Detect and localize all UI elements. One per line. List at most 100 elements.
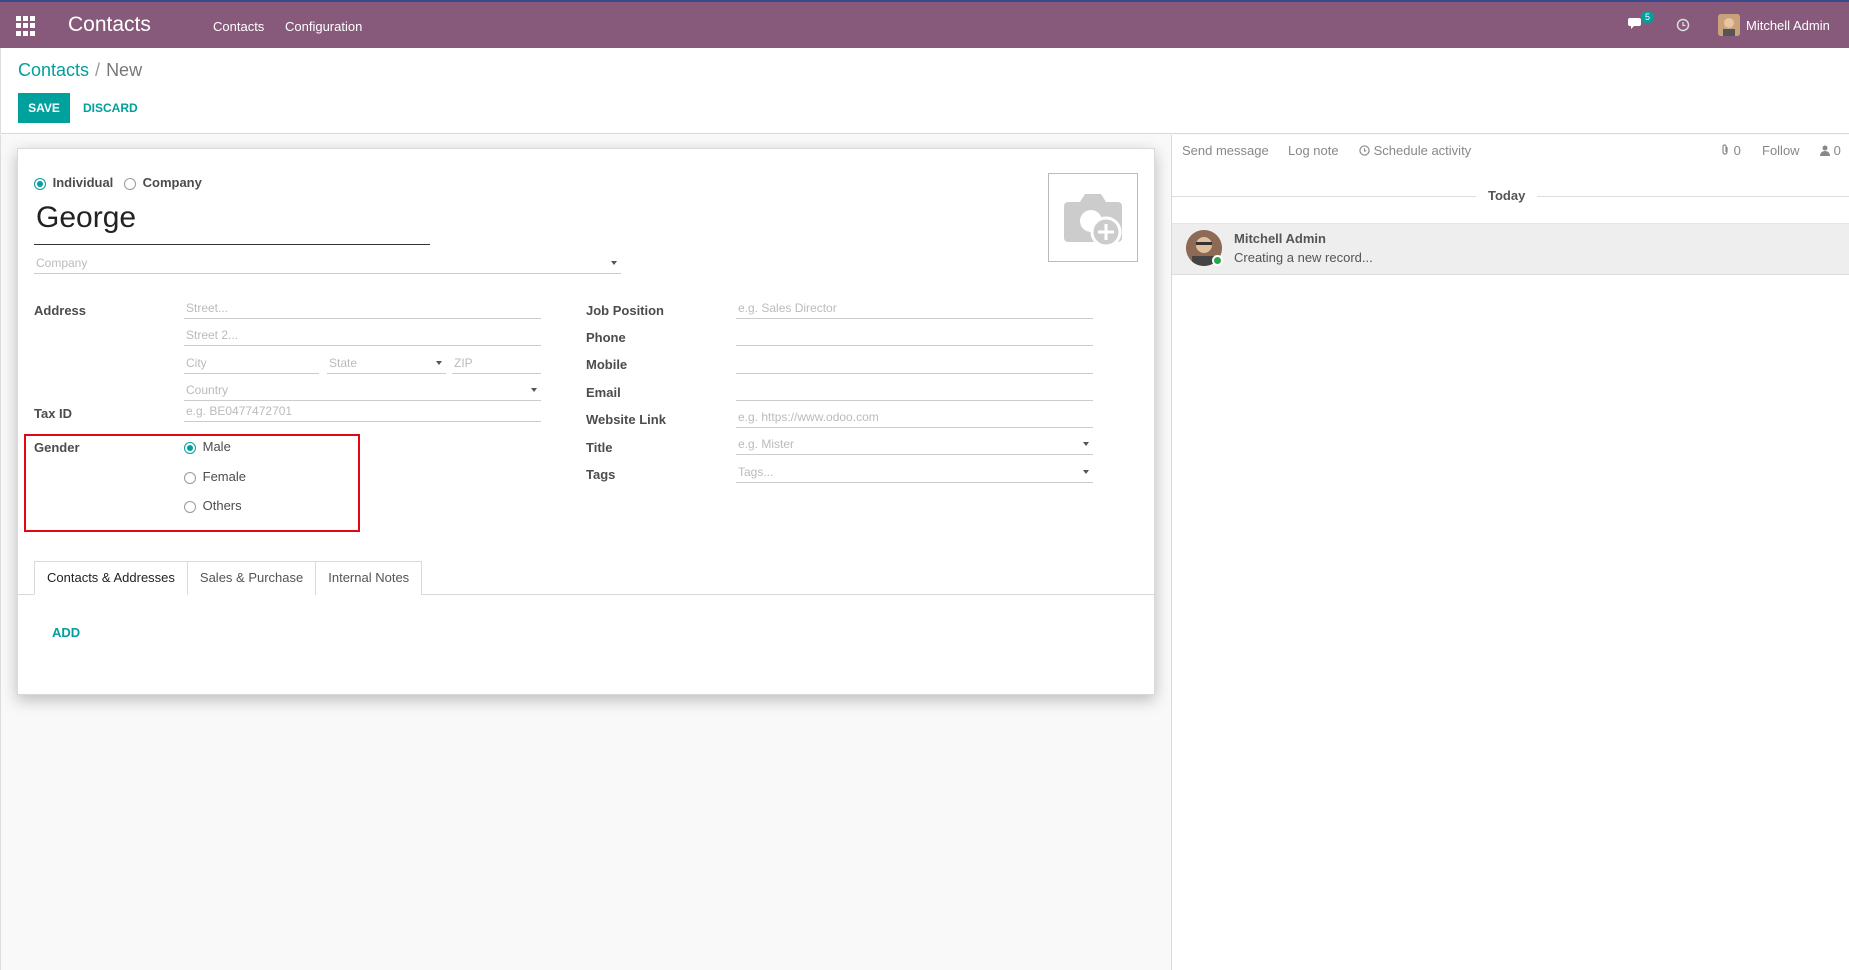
- label-company: Company: [142, 175, 202, 190]
- label-male: Male: [202, 439, 231, 454]
- title-placeholder: e.g. Mister: [738, 437, 795, 451]
- tags-label: Tags: [586, 467, 616, 482]
- label-female: Female: [202, 469, 246, 484]
- message-author[interactable]: Mitchell Admin: [1234, 231, 1326, 246]
- state-select[interactable]: State: [327, 352, 446, 374]
- clock-icon: [1359, 145, 1370, 156]
- phone-label: Phone: [586, 330, 626, 345]
- type-company-option[interactable]: Company: [124, 175, 202, 190]
- breadcrumb-separator: /: [95, 60, 101, 80]
- user-menu[interactable]: Mitchell Admin: [1718, 2, 1830, 48]
- taxid-placeholder: e.g. BE0477472701: [186, 404, 293, 418]
- street2-input[interactable]: Street 2...: [184, 324, 541, 346]
- user-avatar: [1718, 14, 1740, 36]
- menu-contacts[interactable]: Contacts: [213, 19, 264, 34]
- follow-button[interactable]: Follow: [1762, 143, 1800, 158]
- discard-button[interactable]: DISCARD: [81, 93, 140, 123]
- state-placeholder: State: [329, 356, 358, 370]
- country-placeholder: Country: [186, 383, 229, 397]
- schedule-activity-button[interactable]: Schedule activity: [1359, 143, 1471, 158]
- type-individual-option[interactable]: Individual: [34, 175, 113, 190]
- breadcrumb-current: New: [106, 60, 143, 80]
- taxid-label: Tax ID: [34, 406, 73, 421]
- tab-internal-notes[interactable]: Internal Notes: [315, 561, 423, 595]
- state-dropdown-icon: [436, 361, 442, 365]
- job-position-input[interactable]: e.g. Sales Director: [736, 297, 1093, 319]
- radio-individual[interactable]: [34, 177, 46, 190]
- app-title: Contacts: [68, 13, 151, 36]
- breadcrumb-contacts-link[interactable]: Contacts: [18, 60, 89, 80]
- chatter-topbar: Send message Log note Schedule activity …: [1172, 135, 1849, 165]
- mobile-input[interactable]: [736, 352, 1093, 374]
- company-select[interactable]: Company: [34, 252, 621, 274]
- title-label: Title: [586, 440, 613, 455]
- tab-sales-purchase[interactable]: Sales & Purchase: [186, 561, 317, 595]
- street2-placeholder: Street 2...: [186, 328, 239, 342]
- label-others: Others: [202, 498, 242, 513]
- gender-option-male[interactable]: Male: [184, 439, 231, 454]
- website-label: Website Link: [586, 412, 666, 427]
- messages-button[interactable]: 5: [1628, 2, 1655, 48]
- tags-select[interactable]: Tags...: [736, 461, 1093, 483]
- tab-contacts-addresses[interactable]: Contacts & Addresses: [34, 561, 188, 595]
- company-placeholder: Company: [36, 256, 88, 270]
- website-input[interactable]: e.g. https://www.odoo.com: [736, 406, 1093, 428]
- apps-menu-icon[interactable]: [16, 16, 36, 36]
- zip-input[interactable]: ZIP: [452, 352, 541, 374]
- country-dropdown-icon: [531, 388, 537, 392]
- today-label: Today: [1476, 188, 1538, 203]
- city-input[interactable]: City: [184, 352, 319, 374]
- notebook-tabs: Contacts & Addresses Sales & Purchase In…: [34, 561, 423, 595]
- job-position-placeholder: e.g. Sales Director: [738, 301, 837, 315]
- gender-label: Gender: [34, 440, 80, 455]
- tags-dropdown-icon: [1083, 470, 1089, 474]
- user-icon: [1820, 145, 1830, 156]
- form-sheet: Individual Company George Company Addres…: [17, 148, 1155, 695]
- paperclip-icon: [1722, 144, 1728, 155]
- followers-button[interactable]: 0: [1820, 143, 1841, 158]
- clock-icon: [1676, 18, 1690, 32]
- menu-configuration[interactable]: Configuration: [285, 19, 362, 34]
- send-message-button[interactable]: Send message: [1182, 143, 1269, 158]
- chatter-panel: Send message Log note Schedule activity …: [1171, 135, 1849, 970]
- add-contact-button[interactable]: ADD: [52, 625, 80, 640]
- camera-add-icon: [1064, 193, 1122, 247]
- save-button[interactable]: SAVE: [18, 93, 70, 123]
- photo-upload[interactable]: [1048, 173, 1138, 262]
- label-individual: Individual: [52, 175, 114, 190]
- email-input[interactable]: [736, 379, 1093, 401]
- top-navbar: Contacts Contacts Configuration 5 Mitche…: [0, 0, 1849, 48]
- radio-male[interactable]: [184, 441, 196, 454]
- log-note-button[interactable]: Log note: [1288, 143, 1339, 158]
- taxid-input[interactable]: e.g. BE0477472701: [184, 400, 541, 422]
- radio-female[interactable]: [184, 471, 196, 484]
- messages-badge: 5: [1641, 11, 1655, 23]
- gender-option-others[interactable]: Others: [184, 498, 242, 513]
- radio-others[interactable]: [184, 500, 196, 513]
- control-panel: Contacts / New SAVE DISCARD: [0, 48, 1849, 134]
- gender-option-female[interactable]: Female: [184, 469, 246, 484]
- activity-button[interactable]: [1676, 2, 1690, 48]
- email-label: Email: [586, 385, 621, 400]
- country-select[interactable]: Country: [184, 379, 541, 401]
- title-dropdown-icon: [1083, 442, 1089, 446]
- zip-placeholder: ZIP: [454, 356, 473, 370]
- city-placeholder: City: [186, 356, 207, 370]
- title-select[interactable]: e.g. Mister: [736, 433, 1093, 455]
- company-dropdown-icon: [611, 261, 617, 265]
- name-input[interactable]: George: [34, 201, 430, 245]
- job-position-label: Job Position: [586, 303, 664, 318]
- chatter-message: Mitchell Admin Creating a new record...: [1172, 223, 1849, 275]
- street-placeholder: Street...: [186, 301, 229, 315]
- address-label: Address: [34, 303, 87, 318]
- street-input[interactable]: Street...: [184, 297, 541, 319]
- schedule-activity-label: Schedule activity: [1373, 143, 1472, 158]
- attachments-button[interactable]: 0: [1720, 143, 1741, 158]
- phone-input[interactable]: [736, 324, 1093, 346]
- website-placeholder: e.g. https://www.odoo.com: [738, 410, 879, 424]
- mobile-label: Mobile: [586, 357, 628, 372]
- breadcrumb: Contacts / New: [18, 60, 142, 81]
- tags-placeholder: Tags...: [738, 465, 774, 479]
- message-body: Creating a new record...: [1234, 250, 1373, 265]
- radio-company[interactable]: [124, 177, 136, 190]
